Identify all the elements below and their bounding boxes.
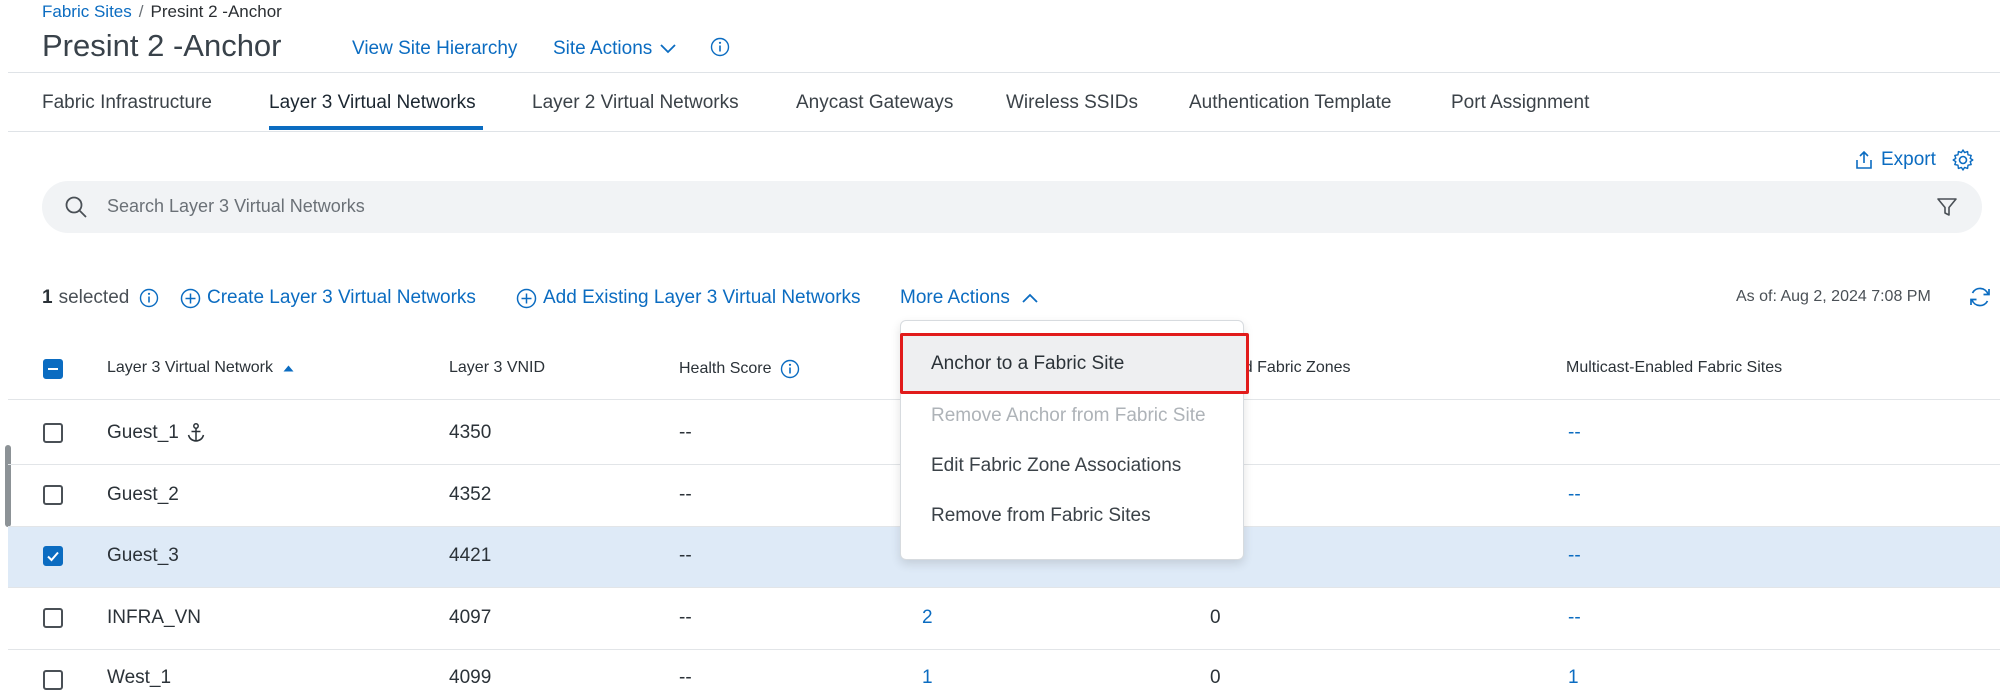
active-tab-indicator <box>269 126 483 130</box>
anchor-icon <box>187 423 205 442</box>
row-checkbox-checked[interactable] <box>43 546 63 566</box>
menu-item-remove-from-fabric-sites[interactable]: Remove from Fabric Sites <box>931 505 1151 527</box>
row-fabric-zones: 0 <box>1210 607 1221 628</box>
gear-icon[interactable] <box>1951 148 1975 172</box>
add-existing-l3vn-button[interactable]: Add Existing Layer 3 Virtual Networks <box>516 287 861 309</box>
plus-circle-icon <box>516 288 537 308</box>
tab-port-assignment[interactable]: Port Assignment <box>1451 92 1589 114</box>
refresh-icon[interactable] <box>1968 285 1992 309</box>
view-site-hierarchy-link[interactable]: View Site Hierarchy <box>352 38 517 60</box>
row-vnid: 4421 <box>449 545 492 566</box>
row-divider <box>8 649 2000 650</box>
table-row-name[interactable]: Guest_3 <box>107 545 179 567</box>
breadcrumb-fabric-sites-link[interactable]: Fabric Sites <box>42 2 132 21</box>
column-header-health-score[interactable]: Health Score <box>679 359 800 379</box>
info-icon[interactable] <box>710 37 730 57</box>
menu-item-remove-anchor: Remove Anchor from Fabric Site <box>931 405 1206 426</box>
row-multicast-sites[interactable]: -- <box>1568 545 1581 567</box>
search-input[interactable]: Search Layer 3 Virtual Networks <box>107 196 365 217</box>
search-icon <box>65 196 87 218</box>
row-fabric-zones: 0 <box>1210 667 1221 688</box>
row-health-score: -- <box>679 484 692 505</box>
column-header-health-label: Health Score <box>679 360 772 377</box>
sort-ascending-icon <box>283 365 294 371</box>
chevron-up-icon <box>1022 293 1038 303</box>
menu-item-anchor-label: Anchor to a Fabric Site <box>931 353 1125 374</box>
breadcrumb-separator: / <box>138 2 144 21</box>
header-divider <box>8 72 2000 73</box>
row-checkbox[interactable] <box>43 423 63 443</box>
selection-summary: 1 selected <box>42 287 159 309</box>
last-updated-timestamp: As of: Aug 2, 2024 7:08 PM <box>1736 288 1931 305</box>
column-header-vnid[interactable]: Layer 3 VNID <box>449 359 545 377</box>
row-multicast-sites[interactable]: -- <box>1568 484 1581 506</box>
site-actions-dropdown[interactable]: Site Actions <box>553 38 676 60</box>
row-fabric-sites-count[interactable]: 2 <box>922 607 933 629</box>
row-multicast-sites[interactable]: -- <box>1568 607 1581 629</box>
panel-resize-handle[interactable] <box>5 445 11 527</box>
table-row-name[interactable]: Guest_1 <box>107 422 205 444</box>
tabs-divider <box>8 131 2000 132</box>
select-all-checkbox[interactable] <box>43 359 63 379</box>
row-multicast-sites[interactable]: 1 <box>1568 667 1579 689</box>
breadcrumb-current: Presint 2 -Anchor <box>150 2 282 21</box>
selected-label: selected <box>58 287 130 308</box>
checkmark-icon <box>47 551 59 562</box>
site-actions-label: Site Actions <box>553 38 653 59</box>
row-vnid: 4350 <box>449 422 492 443</box>
column-header-multicast-sites[interactable]: Multicast-Enabled Fabric Sites <box>1566 359 1782 377</box>
tab-fabric-infrastructure[interactable]: Fabric Infrastructure <box>42 92 212 114</box>
row-fabric-sites-count[interactable]: 1 <box>922 667 933 689</box>
row-health-score: -- <box>679 422 692 443</box>
create-l3vn-label: Create Layer 3 Virtual Networks <box>207 287 476 308</box>
page-title: Presint 2 -Anchor <box>42 28 282 63</box>
row-multicast-sites[interactable]: -- <box>1568 422 1581 444</box>
menu-item-edit-zone-associations[interactable]: Edit Fabric Zone Associations <box>931 455 1181 477</box>
create-l3vn-button[interactable]: Create Layer 3 Virtual Networks <box>180 287 476 309</box>
row-divider <box>8 587 2000 588</box>
chevron-down-icon <box>660 44 676 54</box>
tab-layer2-virtual-networks[interactable]: Layer 2 Virtual Networks <box>532 92 739 114</box>
export-icon <box>1856 150 1872 169</box>
more-actions-label: More Actions <box>900 287 1010 308</box>
breadcrumb: Fabric Sites / Presint 2 -Anchor <box>42 2 282 22</box>
row-checkbox[interactable] <box>43 485 63 505</box>
info-icon[interactable] <box>780 359 800 379</box>
row-vnid: 4099 <box>449 667 492 688</box>
filter-icon[interactable] <box>1936 196 1958 218</box>
table-row-name[interactable]: INFRA_VN <box>107 607 201 629</box>
export-button[interactable]: Export <box>1854 148 1975 172</box>
column-header-l3vn-label: Layer 3 Virtual Network <box>107 359 273 376</box>
table-row-name[interactable]: West_1 <box>107 667 171 689</box>
tab-layer3-virtual-networks[interactable]: Layer 3 Virtual Networks <box>269 92 476 114</box>
selected-count: 1 <box>42 287 53 308</box>
info-icon[interactable] <box>139 288 159 308</box>
column-header-l3vn[interactable]: Layer 3 Virtual Network <box>107 359 294 377</box>
add-existing-l3vn-label: Add Existing Layer 3 Virtual Networks <box>543 287 861 308</box>
table-row-name[interactable]: Guest_2 <box>107 484 179 506</box>
row-health-score: -- <box>679 667 692 688</box>
row-checkbox[interactable] <box>43 670 63 690</box>
row-checkbox[interactable] <box>43 608 63 628</box>
tab-authentication-template[interactable]: Authentication Template <box>1189 92 1391 114</box>
row-vnid: 4097 <box>449 607 492 628</box>
row-vnid: 4352 <box>449 484 492 505</box>
menu-item-anchor-to-fabric-site[interactable]: Anchor to a Fabric Site <box>900 333 1249 394</box>
row-name-label: Guest_1 <box>107 422 179 443</box>
more-actions-button[interactable]: More Actions <box>900 287 1038 309</box>
row-health-score: -- <box>679 607 692 628</box>
tab-wireless-ssids[interactable]: Wireless SSIDs <box>1006 92 1138 114</box>
row-health-score: -- <box>679 545 692 566</box>
tab-anycast-gateways[interactable]: Anycast Gateways <box>796 92 953 114</box>
export-label: Export <box>1881 149 1936 170</box>
plus-circle-icon <box>180 288 201 308</box>
